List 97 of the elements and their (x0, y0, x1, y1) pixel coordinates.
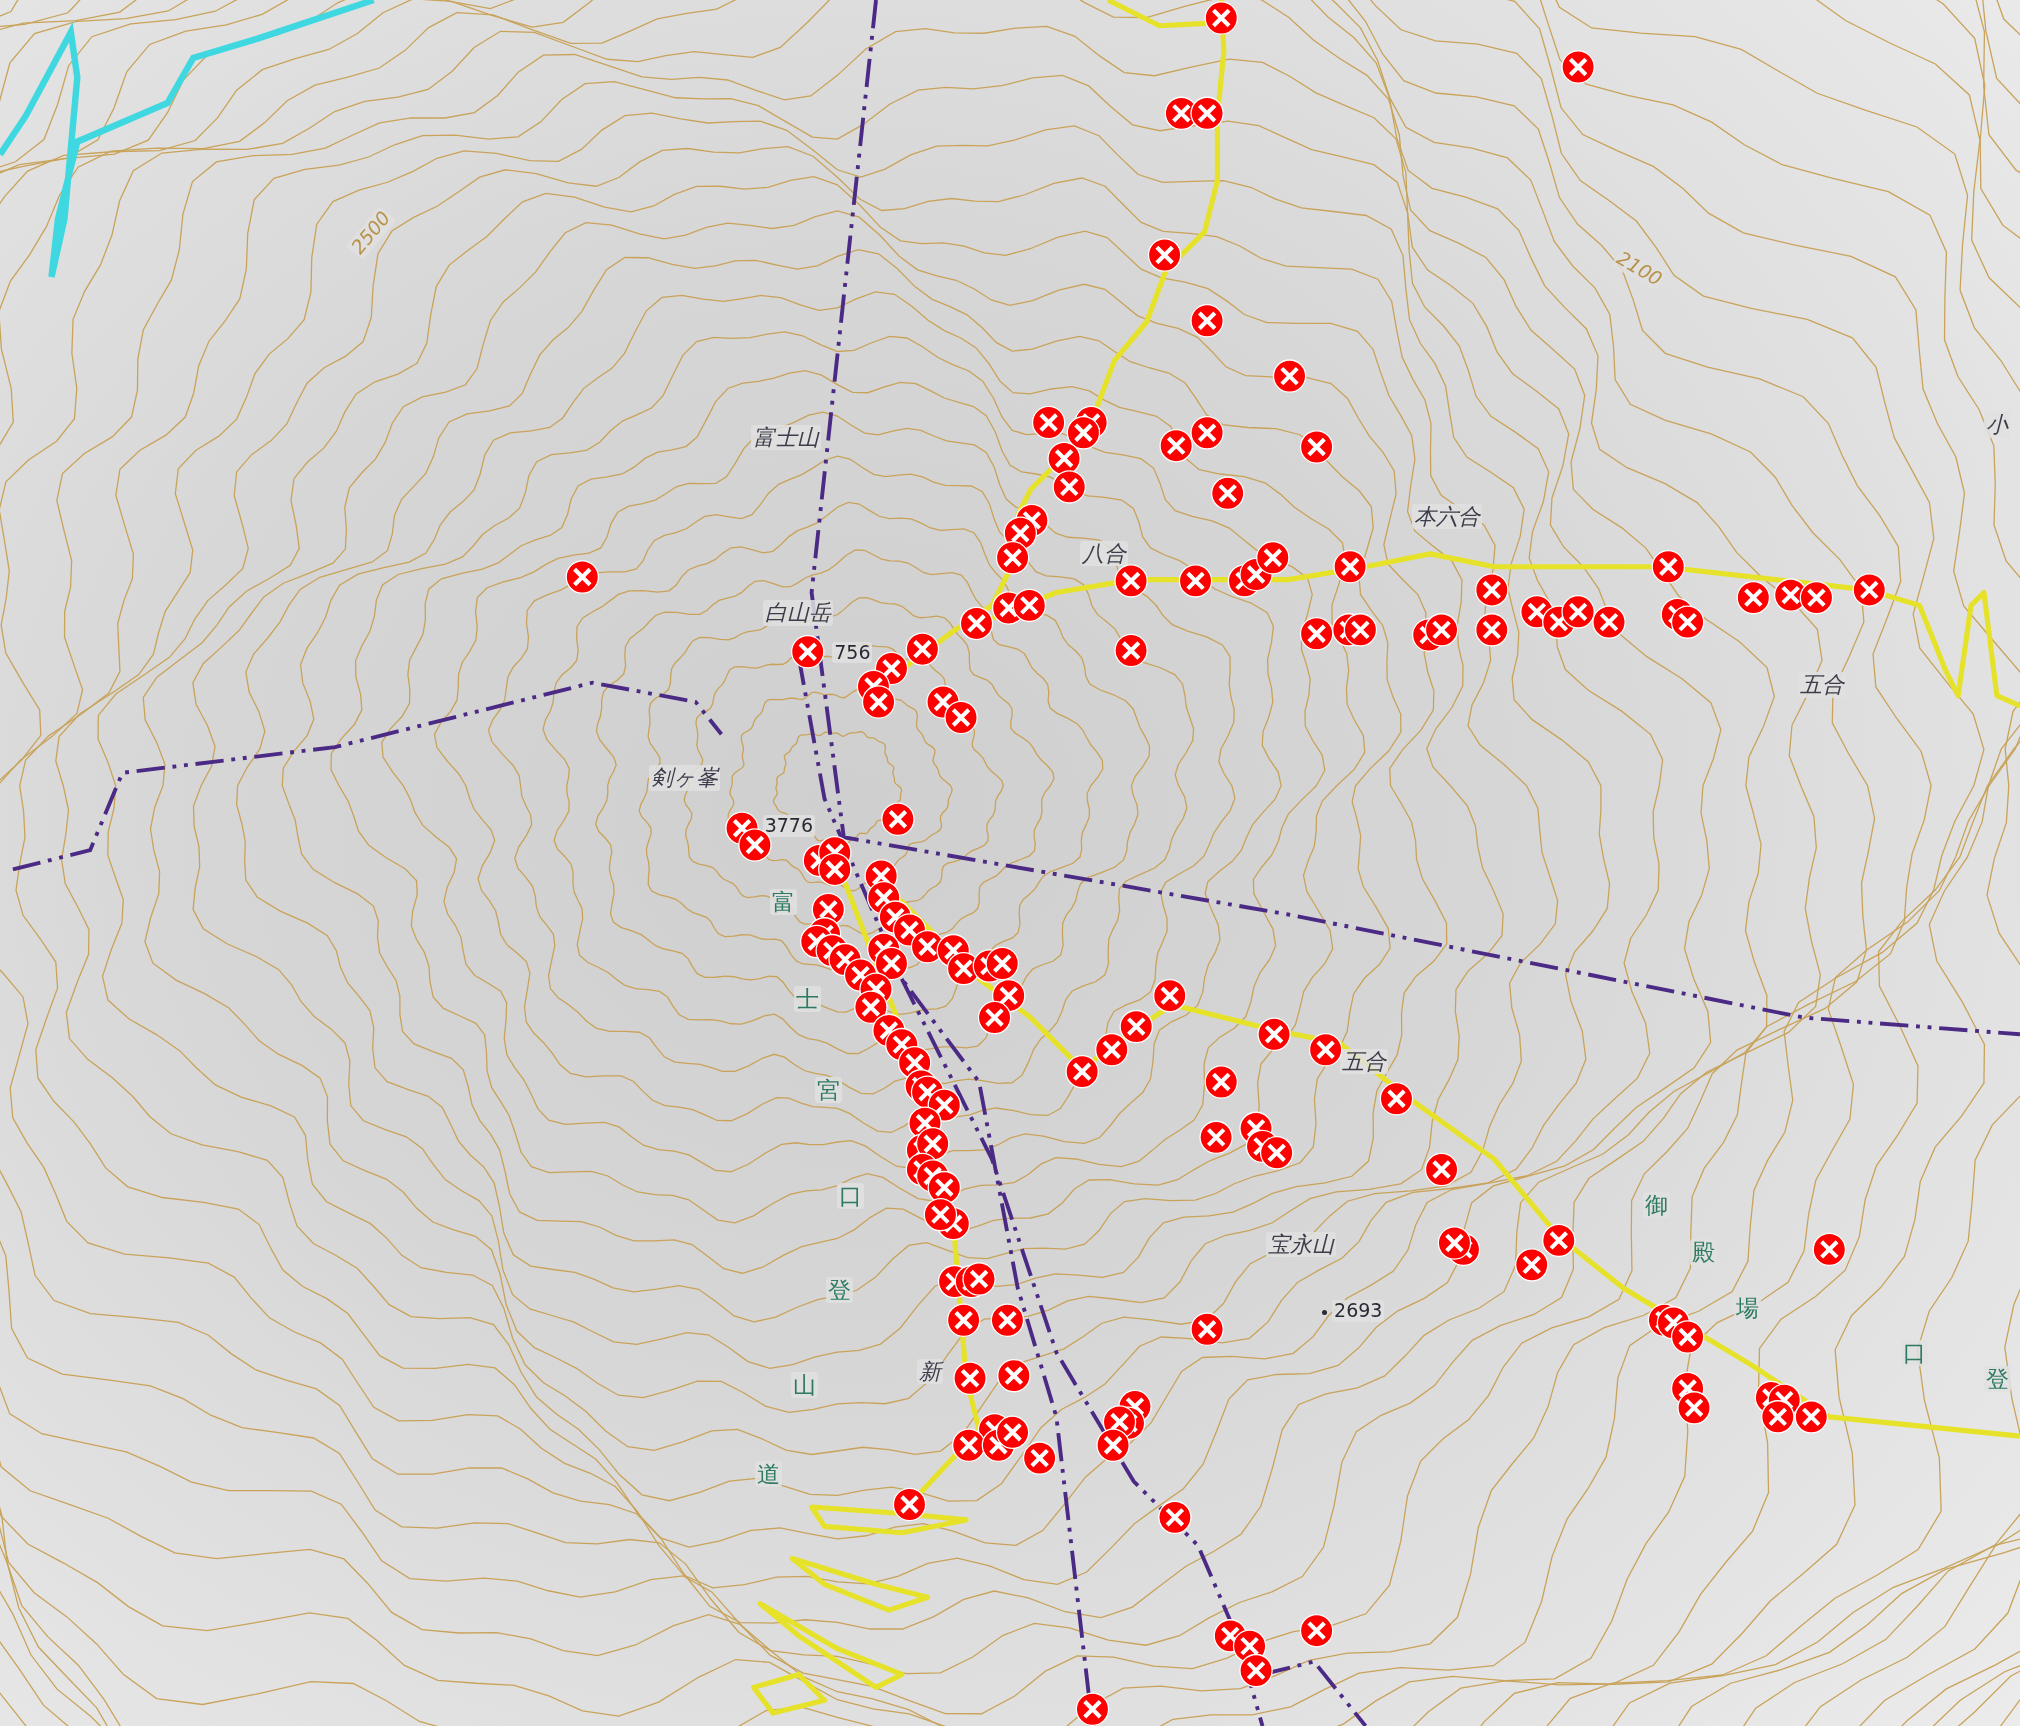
map-marker[interactable] (565, 560, 600, 594)
map-marker[interactable] (1561, 595, 1595, 629)
trail-label: 場 (1734, 1294, 1761, 1322)
map-marker[interactable] (923, 1197, 958, 1232)
map-marker[interactable] (1066, 416, 1101, 450)
elevation-label: 3776 (762, 815, 815, 838)
map-marker[interactable] (1677, 1391, 1711, 1425)
map-marker[interactable] (1299, 616, 1334, 651)
place-label: 宝永山 (1266, 1231, 1337, 1257)
trail-label: 富 (770, 888, 798, 916)
map-marker[interactable] (1178, 564, 1213, 598)
map-marker[interactable] (892, 1487, 927, 1522)
map-marker[interactable] (952, 1428, 986, 1462)
map-marker[interactable] (1670, 1320, 1705, 1354)
map-marker[interactable] (1190, 304, 1224, 338)
map-marker[interactable] (1147, 238, 1182, 272)
map-marker[interactable] (1052, 470, 1086, 504)
map-marker[interactable] (1651, 550, 1686, 584)
map-marker[interactable] (791, 635, 825, 669)
map-marker[interactable] (1299, 430, 1334, 464)
map-marker[interactable] (995, 1415, 1030, 1450)
spot-height-label: 2693 (1332, 1299, 1385, 1322)
map-marker[interactable] (818, 852, 852, 887)
map-marker[interactable] (1424, 613, 1459, 647)
map-marker[interactable] (977, 1000, 1012, 1035)
map-marker[interactable] (1158, 1500, 1192, 1535)
map-marker[interactable] (1308, 1033, 1343, 1067)
map-marker[interactable] (1119, 1009, 1153, 1044)
map-marker[interactable] (1210, 476, 1245, 511)
map-marker[interactable] (1199, 1120, 1233, 1155)
map-marker[interactable] (1272, 359, 1307, 393)
map-marker[interactable] (962, 1262, 996, 1296)
map-marker[interactable] (946, 1303, 981, 1337)
map-marker[interactable] (985, 946, 1019, 981)
map-marker[interactable] (1190, 416, 1224, 450)
map-marker[interactable] (1299, 1613, 1334, 1648)
map-marker[interactable] (1812, 1232, 1847, 1267)
map-marker[interactable] (1794, 1400, 1829, 1434)
trail-label: 殿 (1690, 1239, 1718, 1266)
map-marker[interactable] (1095, 1033, 1129, 1067)
map-marker[interactable] (953, 1361, 987, 1395)
map-marker[interactable] (1761, 1400, 1795, 1434)
place-label: 新 (917, 1359, 944, 1385)
map-marker[interactable] (1190, 1312, 1224, 1347)
map-marker[interactable] (1799, 580, 1834, 615)
map-marker[interactable] (1075, 1692, 1110, 1726)
map-marker[interactable] (1333, 550, 1367, 584)
map-marker[interactable] (990, 1303, 1025, 1337)
map-marker[interactable] (1736, 580, 1771, 615)
map-marker[interactable] (1114, 633, 1148, 668)
map-marker[interactable] (1475, 613, 1509, 647)
map-marker[interactable] (905, 632, 940, 666)
map-marker[interactable] (1542, 1223, 1576, 1258)
map-marker[interactable] (959, 606, 994, 641)
map-marker[interactable] (1114, 564, 1148, 598)
place-label: 八合 (1079, 541, 1128, 567)
spot-height-dot-icon (1321, 1310, 1327, 1316)
trail-label: 宮 (815, 1077, 843, 1104)
map-marker[interactable] (1343, 613, 1378, 647)
map-marker[interactable] (1159, 428, 1193, 463)
map-marker[interactable] (1256, 541, 1290, 575)
map-marker[interactable] (1153, 978, 1187, 1013)
map-marker[interactable] (1424, 1152, 1459, 1187)
map-marker[interactable] (1012, 588, 1047, 623)
map-marker[interactable] (1379, 1081, 1414, 1116)
map-marker[interactable] (1259, 1136, 1294, 1170)
map-marker[interactable] (1239, 1653, 1273, 1688)
place-label: 白山岳 (762, 600, 833, 626)
map-marker[interactable] (1096, 1428, 1130, 1462)
map-marker[interactable] (1515, 1248, 1549, 1282)
map-marker[interactable] (1592, 605, 1626, 639)
place-label: 剣ヶ峯 (649, 765, 721, 791)
place-label: 富士山 (751, 425, 822, 451)
place-label: 五合 (1798, 672, 1847, 698)
place-label: 小 (1983, 412, 2010, 438)
map-marker[interactable] (1204, 1, 1239, 35)
map-marker[interactable] (995, 541, 1030, 575)
map-marker[interactable] (1852, 573, 1887, 607)
map-marker[interactable] (861, 685, 896, 719)
map-marker[interactable] (881, 802, 915, 836)
elevation-label: 756 (832, 641, 873, 664)
map-marker[interactable] (1437, 1226, 1472, 1260)
map-marker[interactable] (1022, 1441, 1057, 1475)
map-marker[interactable] (1204, 1065, 1239, 1099)
trail-label: 口 (837, 1182, 865, 1210)
map-marker[interactable] (944, 700, 978, 735)
map-marker[interactable] (1475, 573, 1509, 607)
map-marker[interactable] (997, 1358, 1031, 1393)
map-marker[interactable] (1561, 50, 1595, 84)
map-marker[interactable] (1065, 1054, 1099, 1089)
trail-label: 山 (791, 1372, 818, 1399)
map-marker[interactable] (1047, 441, 1081, 476)
map-marker[interactable] (1190, 96, 1224, 131)
map-marker[interactable] (1257, 1017, 1291, 1052)
map-marker[interactable] (1031, 405, 1066, 440)
map-marker[interactable] (1670, 605, 1705, 639)
map-marker[interactable] (854, 990, 888, 1024)
